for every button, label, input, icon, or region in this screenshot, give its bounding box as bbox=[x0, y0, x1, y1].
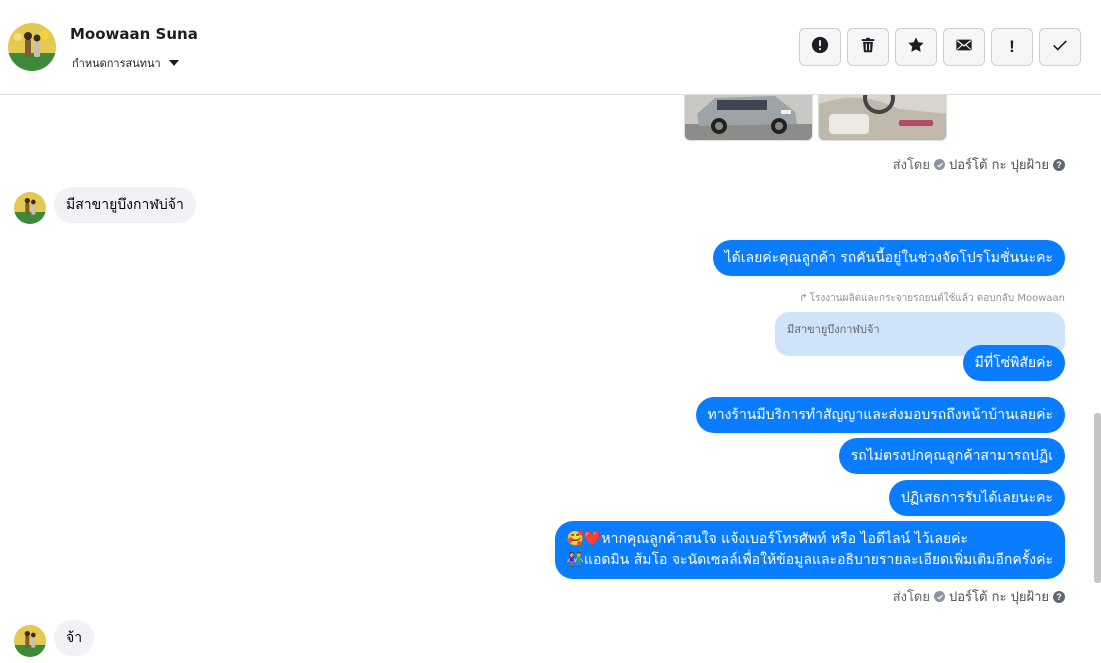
conversation-header: Moowaan Suna กำหนดการสนทนา ! bbox=[0, 0, 1101, 95]
sender-name[interactable]: ปอร์โต้ กะ ปุยฝ้าย bbox=[949, 586, 1049, 607]
reply-indicator: ↱ โรงงานผลิตและกระจายรถยนต์ใช้แล้ว ตอบกล… bbox=[799, 291, 1065, 306]
outgoing-message[interactable]: ทางร้านมีบริการทำสัญญาและส่งมอบรถถึงหน้า… bbox=[695, 397, 1065, 433]
car-interior-image[interactable] bbox=[818, 95, 947, 141]
follow-up-button[interactable]: ! bbox=[991, 28, 1033, 66]
star-button[interactable] bbox=[895, 28, 937, 66]
avatar[interactable] bbox=[14, 625, 46, 657]
mark-unread-button[interactable] bbox=[943, 28, 985, 66]
star-icon bbox=[907, 36, 925, 58]
verified-check-icon bbox=[934, 591, 945, 602]
avatar[interactable] bbox=[14, 192, 46, 224]
reply-arrow-icon: ↱ bbox=[799, 293, 808, 304]
trash-icon bbox=[859, 36, 877, 58]
contact-name[interactable]: Moowaan Suna bbox=[70, 25, 198, 43]
alert-circle-icon bbox=[811, 36, 829, 58]
outgoing-message[interactable]: รถไม่ตรงปกคุณลูกค้าสามารถปฏิเ bbox=[838, 438, 1065, 474]
message-line: 👫แอดมิน ส้มโอ จะนัดเซลล์เพื่อให้ข้อมูลแล… bbox=[566, 552, 1054, 568]
reply-note-text: โรงงานผลิตและกระจายรถยนต์ใช้แล้ว ตอบกลับ… bbox=[809, 293, 1065, 304]
sent-by-label: ส่งโดย bbox=[892, 158, 930, 173]
mark-done-button[interactable] bbox=[1039, 28, 1081, 66]
report-button[interactable] bbox=[799, 28, 841, 66]
outgoing-message[interactable]: ปฏิเสธการรับได้เลยนะคะ bbox=[888, 480, 1065, 516]
sender-name[interactable]: ปอร์โต้ กะ ปุยฝ้าย bbox=[949, 154, 1049, 175]
help-icon[interactable]: ? bbox=[1053, 590, 1065, 603]
outgoing-message[interactable]: มีที่โซ่พิสัยค่ะ bbox=[962, 345, 1065, 381]
sent-by-label: ส่งโดย bbox=[892, 590, 930, 605]
outgoing-message[interactable]: 🥰❤️หากคุณลูกค้าสนใจ แจ้งเบอร์โทรศัพท์ หร… bbox=[554, 521, 1065, 579]
message-line: 🥰❤️หากคุณลูกค้าสนใจ แจ้งเบอร์โทรศัพท์ หร… bbox=[566, 531, 969, 547]
car-exterior-image[interactable] bbox=[684, 95, 813, 141]
checkmark-icon bbox=[1051, 36, 1069, 58]
conversation-toolbar: ! bbox=[799, 28, 1081, 66]
sent-by-info: ส่งโดย ปอร์โต้ กะ ปุยฝ้าย ? bbox=[893, 154, 1065, 175]
incoming-message[interactable]: จ้า bbox=[54, 620, 95, 656]
avatar[interactable] bbox=[8, 23, 56, 71]
assign-label: กำหนดการสนทนา bbox=[72, 57, 161, 70]
exclamation-icon: ! bbox=[1009, 37, 1015, 56]
outgoing-message[interactable]: ได้เลยค่ะคุณลูกค้า รถคันนี้อยู่ในช่วงจัด… bbox=[712, 240, 1065, 276]
sent-by-info: ส่งโดย ปอร์โต้ กะ ปุยฝ้าย ? bbox=[893, 586, 1065, 607]
assign-conversation-dropdown[interactable]: กำหนดการสนทนา bbox=[72, 54, 179, 72]
help-icon[interactable]: ? bbox=[1053, 158, 1065, 171]
verified-check-icon bbox=[934, 159, 945, 170]
delete-button[interactable] bbox=[847, 28, 889, 66]
envelope-icon bbox=[955, 36, 973, 58]
incoming-message[interactable]: มีสาขายูบึงกาฬบ่จ้า bbox=[54, 187, 196, 223]
scrollbar[interactable] bbox=[1094, 413, 1101, 583]
message-thread[interactable]: ส่งโดย ปอร์โต้ กะ ปุยฝ้าย ? มีสาขายูบึงก… bbox=[0, 95, 1101, 663]
caret-down-icon bbox=[168, 60, 179, 66]
